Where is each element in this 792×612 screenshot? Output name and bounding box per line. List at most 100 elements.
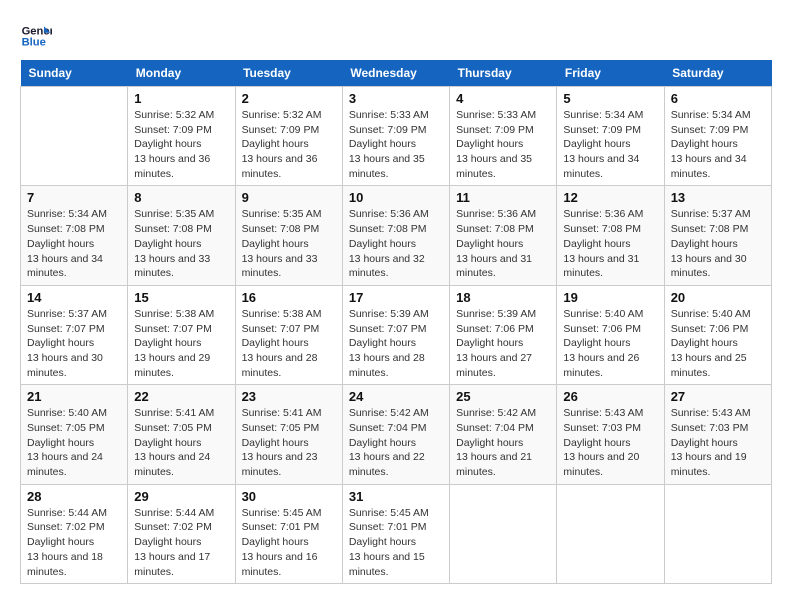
day-info: Sunrise: 5:44 AM Sunset: 7:02 PM Dayligh…	[134, 506, 228, 579]
calendar-cell	[450, 484, 557, 583]
calendar-cell: 4 Sunrise: 5:33 AM Sunset: 7:09 PM Dayli…	[450, 87, 557, 186]
day-header-thursday: Thursday	[450, 60, 557, 87]
calendar-cell: 16 Sunrise: 5:38 AM Sunset: 7:07 PM Dayl…	[235, 285, 342, 384]
calendar-cell: 20 Sunrise: 5:40 AM Sunset: 7:06 PM Dayl…	[664, 285, 771, 384]
day-number: 10	[349, 190, 443, 205]
calendar-cell: 28 Sunrise: 5:44 AM Sunset: 7:02 PM Dayl…	[21, 484, 128, 583]
calendar-cell	[21, 87, 128, 186]
day-info: Sunrise: 5:40 AM Sunset: 7:06 PM Dayligh…	[563, 307, 657, 380]
calendar-cell: 11 Sunrise: 5:36 AM Sunset: 7:08 PM Dayl…	[450, 186, 557, 285]
calendar-cell: 23 Sunrise: 5:41 AM Sunset: 7:05 PM Dayl…	[235, 385, 342, 484]
calendar-cell: 17 Sunrise: 5:39 AM Sunset: 7:07 PM Dayl…	[342, 285, 449, 384]
day-info: Sunrise: 5:34 AM Sunset: 7:08 PM Dayligh…	[27, 207, 121, 280]
calendar-cell	[557, 484, 664, 583]
day-header-tuesday: Tuesday	[235, 60, 342, 87]
day-header-friday: Friday	[557, 60, 664, 87]
day-info: Sunrise: 5:40 AM Sunset: 7:05 PM Dayligh…	[27, 406, 121, 479]
day-info: Sunrise: 5:41 AM Sunset: 7:05 PM Dayligh…	[242, 406, 336, 479]
calendar-cell: 19 Sunrise: 5:40 AM Sunset: 7:06 PM Dayl…	[557, 285, 664, 384]
day-number: 14	[27, 290, 121, 305]
calendar-week-row: 14 Sunrise: 5:37 AM Sunset: 7:07 PM Dayl…	[21, 285, 772, 384]
day-info: Sunrise: 5:36 AM Sunset: 7:08 PM Dayligh…	[349, 207, 443, 280]
calendar-week-row: 1 Sunrise: 5:32 AM Sunset: 7:09 PM Dayli…	[21, 87, 772, 186]
day-info: Sunrise: 5:34 AM Sunset: 7:09 PM Dayligh…	[563, 108, 657, 181]
day-number: 12	[563, 190, 657, 205]
day-info: Sunrise: 5:42 AM Sunset: 7:04 PM Dayligh…	[349, 406, 443, 479]
day-number: 28	[27, 489, 121, 504]
day-number: 5	[563, 91, 657, 106]
day-number: 24	[349, 389, 443, 404]
day-info: Sunrise: 5:33 AM Sunset: 7:09 PM Dayligh…	[456, 108, 550, 181]
day-number: 3	[349, 91, 443, 106]
day-info: Sunrise: 5:43 AM Sunset: 7:03 PM Dayligh…	[563, 406, 657, 479]
day-number: 8	[134, 190, 228, 205]
page-header: General Blue	[20, 20, 772, 52]
day-number: 15	[134, 290, 228, 305]
logo: General Blue	[20, 20, 56, 52]
day-number: 25	[456, 389, 550, 404]
day-info: Sunrise: 5:32 AM Sunset: 7:09 PM Dayligh…	[134, 108, 228, 181]
day-number: 21	[27, 389, 121, 404]
calendar-cell: 29 Sunrise: 5:44 AM Sunset: 7:02 PM Dayl…	[128, 484, 235, 583]
calendar-cell: 13 Sunrise: 5:37 AM Sunset: 7:08 PM Dayl…	[664, 186, 771, 285]
calendar-cell: 7 Sunrise: 5:34 AM Sunset: 7:08 PM Dayli…	[21, 186, 128, 285]
day-number: 23	[242, 389, 336, 404]
day-number: 22	[134, 389, 228, 404]
day-info: Sunrise: 5:40 AM Sunset: 7:06 PM Dayligh…	[671, 307, 765, 380]
calendar-cell: 2 Sunrise: 5:32 AM Sunset: 7:09 PM Dayli…	[235, 87, 342, 186]
day-number: 30	[242, 489, 336, 504]
day-info: Sunrise: 5:45 AM Sunset: 7:01 PM Dayligh…	[349, 506, 443, 579]
day-info: Sunrise: 5:37 AM Sunset: 7:07 PM Dayligh…	[27, 307, 121, 380]
calendar-cell: 8 Sunrise: 5:35 AM Sunset: 7:08 PM Dayli…	[128, 186, 235, 285]
day-info: Sunrise: 5:39 AM Sunset: 7:06 PM Dayligh…	[456, 307, 550, 380]
day-number: 27	[671, 389, 765, 404]
calendar-cell: 24 Sunrise: 5:42 AM Sunset: 7:04 PM Dayl…	[342, 385, 449, 484]
day-number: 6	[671, 91, 765, 106]
day-number: 1	[134, 91, 228, 106]
calendar-cell: 10 Sunrise: 5:36 AM Sunset: 7:08 PM Dayl…	[342, 186, 449, 285]
day-header-wednesday: Wednesday	[342, 60, 449, 87]
day-number: 20	[671, 290, 765, 305]
day-info: Sunrise: 5:42 AM Sunset: 7:04 PM Dayligh…	[456, 406, 550, 479]
calendar-cell: 14 Sunrise: 5:37 AM Sunset: 7:07 PM Dayl…	[21, 285, 128, 384]
day-info: Sunrise: 5:38 AM Sunset: 7:07 PM Dayligh…	[242, 307, 336, 380]
day-info: Sunrise: 5:43 AM Sunset: 7:03 PM Dayligh…	[671, 406, 765, 479]
day-header-sunday: Sunday	[21, 60, 128, 87]
day-number: 19	[563, 290, 657, 305]
calendar-cell: 6 Sunrise: 5:34 AM Sunset: 7:09 PM Dayli…	[664, 87, 771, 186]
day-info: Sunrise: 5:45 AM Sunset: 7:01 PM Dayligh…	[242, 506, 336, 579]
day-info: Sunrise: 5:38 AM Sunset: 7:07 PM Dayligh…	[134, 307, 228, 380]
calendar-week-row: 7 Sunrise: 5:34 AM Sunset: 7:08 PM Dayli…	[21, 186, 772, 285]
calendar-cell: 26 Sunrise: 5:43 AM Sunset: 7:03 PM Dayl…	[557, 385, 664, 484]
day-info: Sunrise: 5:32 AM Sunset: 7:09 PM Dayligh…	[242, 108, 336, 181]
day-info: Sunrise: 5:39 AM Sunset: 7:07 PM Dayligh…	[349, 307, 443, 380]
day-info: Sunrise: 5:35 AM Sunset: 7:08 PM Dayligh…	[134, 207, 228, 280]
day-info: Sunrise: 5:34 AM Sunset: 7:09 PM Dayligh…	[671, 108, 765, 181]
day-info: Sunrise: 5:44 AM Sunset: 7:02 PM Dayligh…	[27, 506, 121, 579]
day-number: 16	[242, 290, 336, 305]
calendar-week-row: 21 Sunrise: 5:40 AM Sunset: 7:05 PM Dayl…	[21, 385, 772, 484]
calendar-table: SundayMondayTuesdayWednesdayThursdayFrid…	[20, 60, 772, 584]
calendar-cell: 15 Sunrise: 5:38 AM Sunset: 7:07 PM Dayl…	[128, 285, 235, 384]
calendar-cell: 18 Sunrise: 5:39 AM Sunset: 7:06 PM Dayl…	[450, 285, 557, 384]
day-number: 11	[456, 190, 550, 205]
day-number: 18	[456, 290, 550, 305]
day-number: 31	[349, 489, 443, 504]
calendar-header-row: SundayMondayTuesdayWednesdayThursdayFrid…	[21, 60, 772, 87]
day-number: 4	[456, 91, 550, 106]
day-number: 13	[671, 190, 765, 205]
day-info: Sunrise: 5:36 AM Sunset: 7:08 PM Dayligh…	[563, 207, 657, 280]
day-header-monday: Monday	[128, 60, 235, 87]
day-number: 2	[242, 91, 336, 106]
calendar-cell: 22 Sunrise: 5:41 AM Sunset: 7:05 PM Dayl…	[128, 385, 235, 484]
day-number: 7	[27, 190, 121, 205]
calendar-cell: 5 Sunrise: 5:34 AM Sunset: 7:09 PM Dayli…	[557, 87, 664, 186]
day-number: 9	[242, 190, 336, 205]
day-info: Sunrise: 5:36 AM Sunset: 7:08 PM Dayligh…	[456, 207, 550, 280]
day-info: Sunrise: 5:37 AM Sunset: 7:08 PM Dayligh…	[671, 207, 765, 280]
day-number: 17	[349, 290, 443, 305]
calendar-week-row: 28 Sunrise: 5:44 AM Sunset: 7:02 PM Dayl…	[21, 484, 772, 583]
day-info: Sunrise: 5:35 AM Sunset: 7:08 PM Dayligh…	[242, 207, 336, 280]
logo-icon: General Blue	[20, 20, 52, 52]
day-info: Sunrise: 5:33 AM Sunset: 7:09 PM Dayligh…	[349, 108, 443, 181]
